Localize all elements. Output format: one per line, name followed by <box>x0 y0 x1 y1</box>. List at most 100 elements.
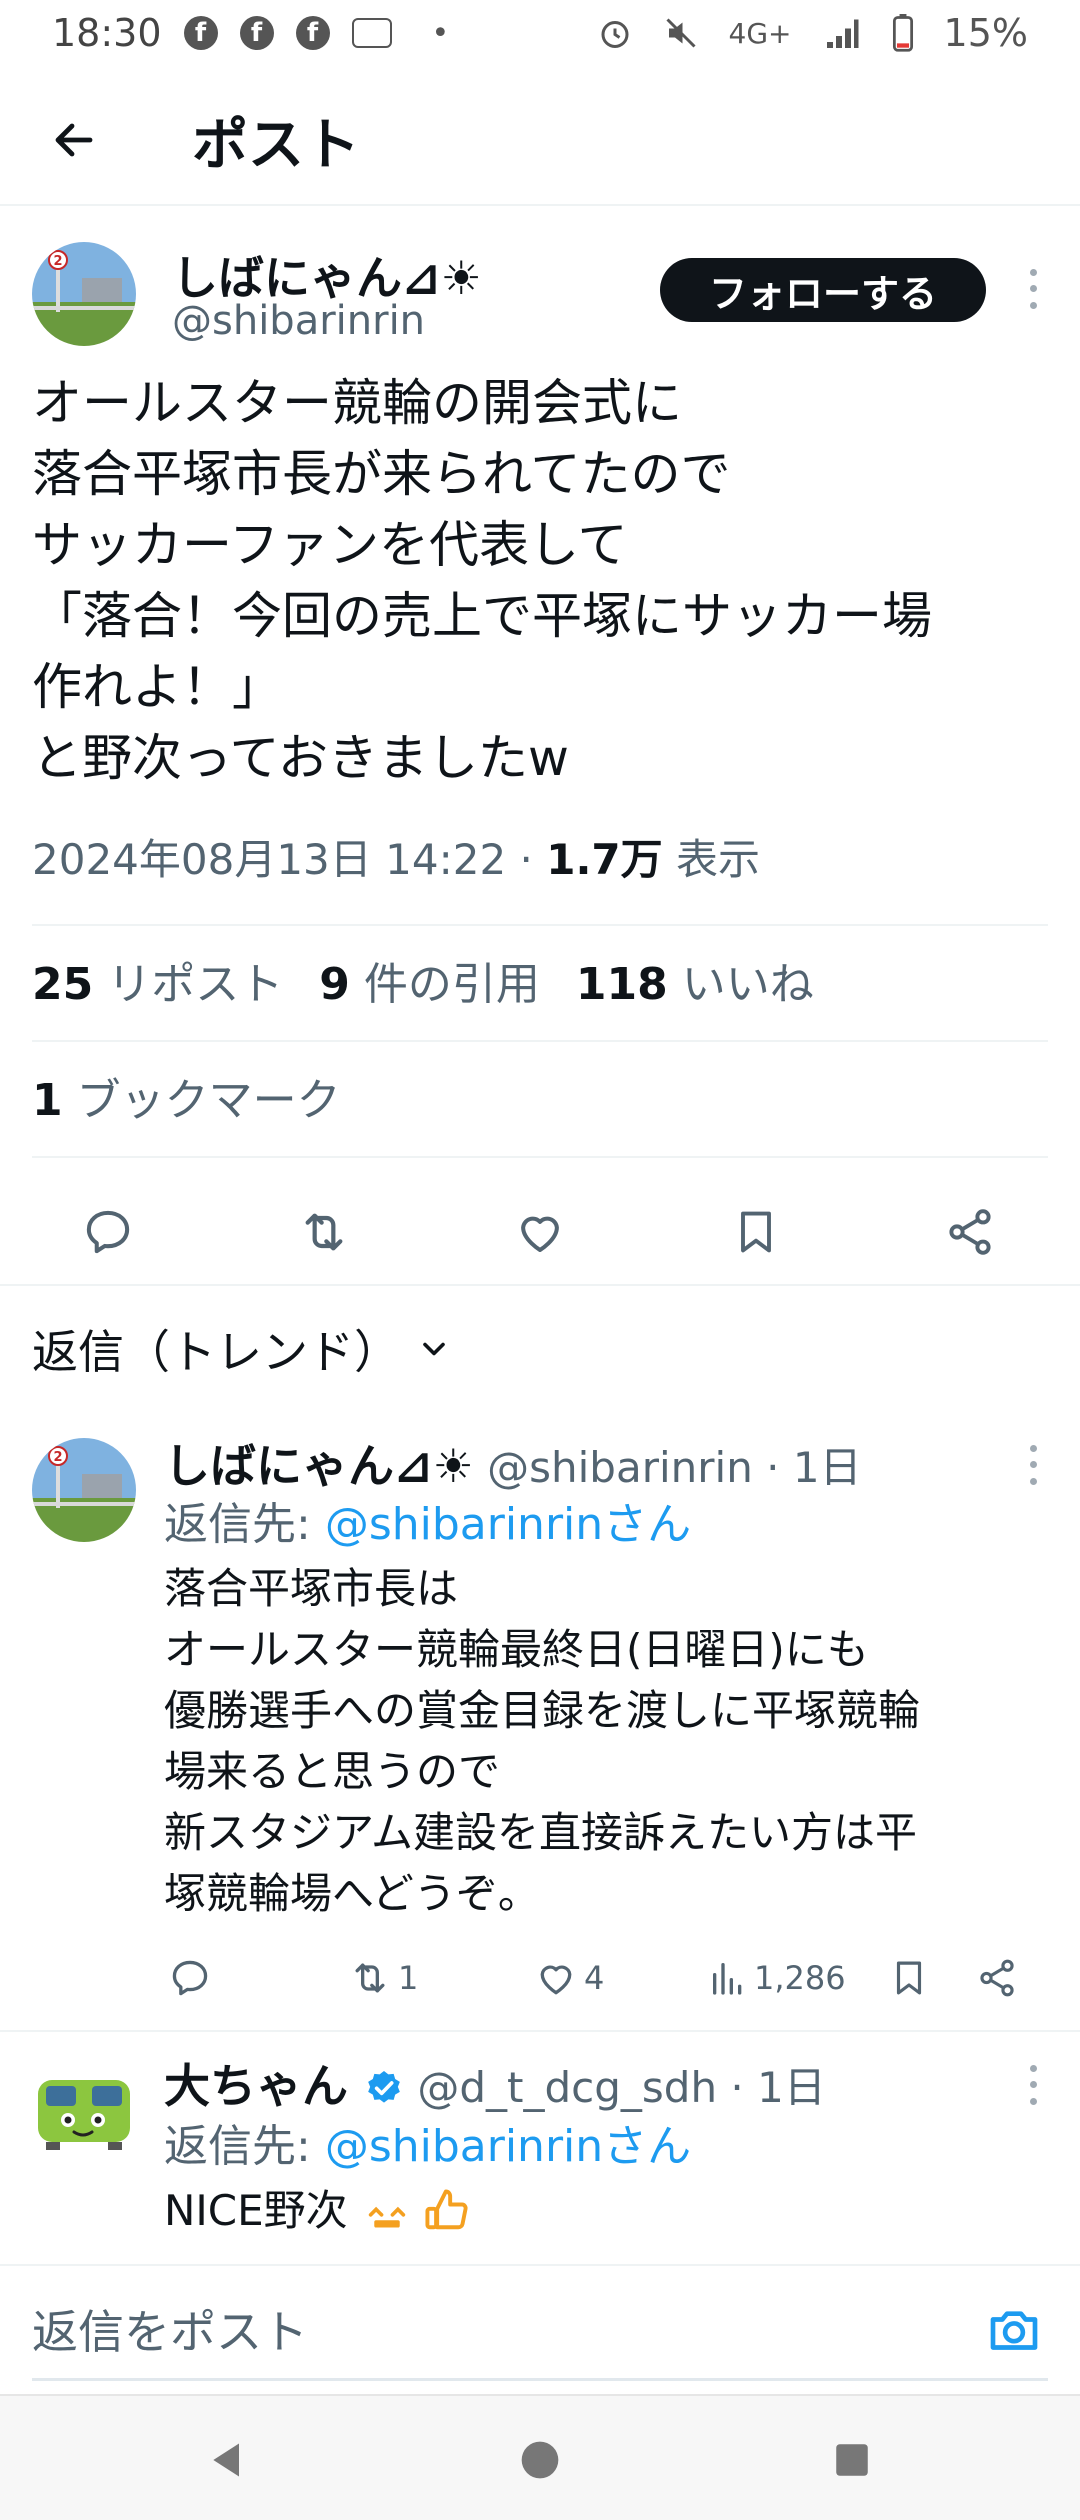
divider <box>32 1156 1048 1158</box>
back-triangle-icon <box>213 2443 239 2477</box>
replies-sort-label: 返信（トレンド） <box>32 1325 400 1379</box>
views-label: 表示 <box>662 835 760 884</box>
page-title: ポスト <box>192 112 360 178</box>
repost-icon <box>355 1963 385 1993</box>
engagement-stats: 25 リポスト 9 件の引用 118 いいね <box>32 948 814 1012</box>
verified-icon <box>368 2071 400 2103</box>
reply-to: 返信先: @shibarinrinさん <box>164 2121 692 2172</box>
post-action-bar <box>0 1176 1080 1286</box>
more-icon[interactable] <box>1018 1440 1048 1490</box>
bookmarks-stat[interactable]: 1 ブックマーク <box>32 1064 341 1128</box>
home-circle-icon <box>521 2441 559 2479</box>
reply-input[interactable]: 返信をポスト <box>32 2296 308 2362</box>
mute-icon <box>665 18 696 48</box>
post-text-line: と野次っておきましたw <box>32 729 569 787</box>
reply-action-bar: 1 4 1,286 <box>164 1948 1048 2008</box>
reply-composer: 返信をポスト <box>0 2264 1080 2394</box>
svg-text:2: 2 <box>53 1450 62 1465</box>
post-text-line: 落合平塚市長が来られてたので <box>32 445 731 503</box>
like-button[interactable] <box>508 1200 572 1264</box>
share-icon <box>949 1209 991 1255</box>
reply-button[interactable] <box>76 1200 140 1264</box>
like-count: 4 <box>584 1959 605 1997</box>
system-nav-bar <box>0 2394 1080 2520</box>
bookmark-icon <box>741 1211 771 1253</box>
back-arrow-icon <box>55 123 93 157</box>
like-icon <box>540 1965 572 1995</box>
reply-handle-time: @shibarinrin · 1日 <box>473 1443 862 1492</box>
avatar[interactable]: 2 <box>32 1438 136 1542</box>
reply-author[interactable]: しばにゃん⊿☀ @shibarinrin · 1日 <box>164 1430 862 1496</box>
bookmark-button[interactable] <box>888 1948 930 2008</box>
top-app-bar: ポスト <box>0 76 1080 206</box>
battery-icon <box>892 14 913 52</box>
post-author-row: 2 しばにゃん⊿☀ @shibarinrin フォローする <box>32 242 1048 352</box>
svg-text:2: 2 <box>53 254 62 269</box>
status-time: 18:30 <box>52 11 162 55</box>
follow-button[interactable]: フォローする <box>660 258 986 322</box>
facebook-notification-icon: f <box>295 16 330 50</box>
bookmarks-label: ブックマーク <box>62 1075 341 1126</box>
bookmark-button[interactable] <box>724 1200 788 1264</box>
post-text-line: サッカーファンを代表して <box>32 516 628 574</box>
quotes-stat[interactable]: 9 件の引用 <box>319 948 540 1012</box>
share-button[interactable] <box>976 1948 1018 2008</box>
reply-text: NICE野次 <box>164 2180 474 2241</box>
more-icon[interactable] <box>1018 264 1048 314</box>
reply-button[interactable] <box>168 1948 212 2008</box>
reposts-stat[interactable]: 25 リポスト <box>32 948 283 1012</box>
replies-sort-dropdown[interactable]: 返信（トレンド） <box>32 1316 452 1382</box>
reply-icon <box>172 1960 208 1996</box>
repost-button[interactable] <box>292 1200 356 1264</box>
facebook-notification-icon: f <box>183 16 218 50</box>
views-icon <box>713 1963 742 1995</box>
reply-author-name: しばにゃん⊿☀ <box>164 1439 474 1493</box>
nav-home-button[interactable] <box>516 2436 564 2484</box>
reply-handle-time: @d_t_dcg_sdh · 1日 <box>404 2063 826 2112</box>
share-button[interactable] <box>938 1200 1002 1264</box>
views-count: 1.7万 <box>546 835 663 884</box>
reply-to-link[interactable]: @shibarinrinさん <box>325 1499 691 1550</box>
signal-icon <box>826 19 859 48</box>
reply-item[interactable]: 大ちゃん @d_t_dcg_sdh · 1日 返信先: @shibarinrin… <box>0 2046 1080 2256</box>
recents-square-icon <box>836 2444 868 2476</box>
network-type: 4G+ <box>728 16 792 50</box>
nav-recents-button[interactable] <box>828 2436 876 2484</box>
like-button[interactable]: 4 <box>534 1948 604 2008</box>
repost-count: 1 <box>398 1959 419 1997</box>
nav-back-button[interactable] <box>204 2436 252 2484</box>
repost-button[interactable]: 1 <box>348 1948 418 2008</box>
reply-item[interactable]: 2 しばにゃん⊿☀ @shibarinrin · 1日 返信先: @shibar… <box>0 1426 1080 2026</box>
divider <box>32 1040 1048 1042</box>
post-text: オールスター競輪の開会式に 落合平塚市長が来られてたので サッカーファンを代表し… <box>32 368 1048 794</box>
views-count: 1,286 <box>754 1959 846 1997</box>
post-text-line: 「落合！今回の売上で平塚にサッカー場 <box>32 587 932 645</box>
post-meta: 2024年08月13日 14:22 · 1.7万 表示 <box>32 826 760 887</box>
divider <box>0 2030 1080 2032</box>
battery-percent: 15% <box>943 11 1028 55</box>
views-button[interactable]: 1,286 <box>708 1948 846 2008</box>
thumbs-up-emoji-icon <box>425 2189 468 2230</box>
alarm-icon <box>601 21 629 48</box>
more-icon[interactable] <box>1018 2060 1048 2110</box>
avatar[interactable]: 2 <box>32 242 136 346</box>
back-button[interactable] <box>34 100 114 180</box>
reply-to-link[interactable]: @shibarinrinさん <box>325 2121 691 2172</box>
bookmark-icon <box>896 1961 922 1995</box>
divider <box>0 1284 1080 1286</box>
author-handle[interactable]: @shibarinrin <box>172 298 425 344</box>
share-icon <box>980 1959 1014 1997</box>
avatar[interactable] <box>32 2060 136 2164</box>
camera-button[interactable] <box>984 2300 1044 2360</box>
likes-stat[interactable]: 118 いいね <box>576 948 814 1012</box>
reply-icon <box>86 1210 130 1254</box>
status-bar: 18:30 f f f • 4G+ 15% <box>0 0 1080 66</box>
reply-author[interactable]: 大ちゃん @d_t_dcg_sdh · 1日 <box>164 2050 826 2116</box>
reply-to: 返信先: @shibarinrinさん <box>164 1499 692 1550</box>
more-notifications-dot: • <box>431 15 450 51</box>
post-datetime[interactable]: 2024年08月13日 14:22 · <box>32 835 546 884</box>
repost-icon <box>305 1213 343 1251</box>
post-text-line: 作れよ！」 <box>32 658 282 716</box>
divider <box>32 924 1048 926</box>
like-icon <box>521 1216 559 1253</box>
